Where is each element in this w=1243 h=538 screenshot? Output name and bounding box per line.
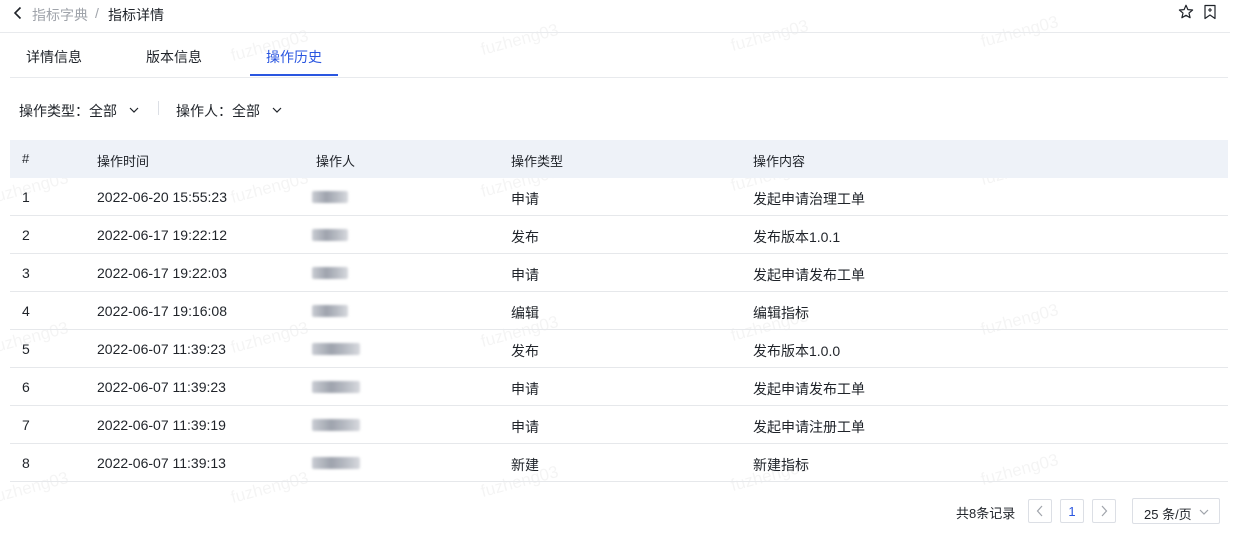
row-index: 2: [22, 227, 30, 243]
page-size-select[interactable]: 25 条/页: [1132, 498, 1220, 524]
page-number-button[interactable]: 1: [1060, 499, 1084, 523]
table-row: 8 2022-06-07 11:39:13 新建 新建指标: [10, 444, 1228, 482]
row-type: 申请: [511, 267, 539, 283]
table-row: 6 2022-06-07 11:39:23 申请 发起申请发布工单: [10, 368, 1228, 406]
row-time: 2022-06-20 15:55:23: [97, 189, 227, 205]
breadcrumb-current: 指标详情: [108, 7, 164, 23]
row-time: 2022-06-07 11:39:23: [97, 379, 226, 395]
row-type: 编辑: [511, 305, 539, 321]
row-index: 1: [22, 189, 30, 205]
chevron-down-icon: [1199, 509, 1209, 515]
operator-redacted: [312, 457, 360, 469]
table-row: 4 2022-06-17 19:16:08 编辑 编辑指标: [10, 292, 1228, 330]
filter-value: 全部: [232, 103, 260, 119]
star-icon[interactable]: [1178, 4, 1194, 20]
tab-active-indicator: [250, 74, 338, 76]
row-content: 发起申请发布工单: [753, 381, 865, 397]
operator-redacted: [312, 381, 360, 393]
row-index: 6: [22, 379, 30, 395]
page-size-value: 25 条/页: [1144, 507, 1192, 522]
chevron-right-icon: [1101, 505, 1108, 517]
column-header-content: 操作内容: [753, 154, 806, 169]
table-row: 5 2022-06-07 11:39:23 发布 发布版本1.0.0: [10, 330, 1228, 368]
row-time: 2022-06-17 19:22:12: [97, 227, 227, 243]
breadcrumb-separator: /: [95, 5, 99, 21]
operator-redacted: [312, 267, 348, 279]
row-time: 2022-06-17 19:16:08: [97, 303, 227, 319]
breadcrumb-root[interactable]: 指标字典: [32, 5, 88, 25]
operation-type-filter[interactable]: 操作类型：全部: [19, 101, 139, 121]
row-content: 发布版本1.0.0: [753, 343, 841, 359]
row-content: 编辑指标: [753, 305, 809, 321]
tab-history[interactable]: 操作历史: [266, 47, 322, 67]
chevron-left-icon[interactable]: [11, 5, 25, 21]
column-header-time: 操作时间: [97, 154, 150, 169]
row-type: 发布: [511, 229, 539, 245]
table-row: 2 2022-06-17 19:22:12 发布 发布版本1.0.1: [10, 216, 1228, 254]
operator-redacted: [312, 305, 348, 317]
row-content: 发起申请注册工单: [753, 419, 865, 435]
row-content: 新建指标: [753, 457, 809, 473]
row-time: 2022-06-17 19:22:03: [97, 265, 227, 281]
page-header: 指标字典 / 指标详情: [0, 0, 1230, 33]
chevron-down-icon: [129, 107, 139, 114]
chevron-down-icon: [272, 107, 282, 114]
filter-label: 操作类型：: [19, 103, 89, 119]
column-header-index: #: [22, 151, 30, 166]
row-type: 发布: [511, 343, 539, 359]
operator-redacted: [312, 343, 360, 355]
filter-divider: [158, 101, 159, 115]
column-header-type: 操作类型: [511, 154, 564, 169]
tab-details[interactable]: 详情信息: [26, 47, 82, 67]
table-header: # 操作时间 操作人 操作类型 操作内容: [10, 140, 1228, 178]
operator-redacted: [312, 191, 348, 203]
tab-versions[interactable]: 版本信息: [146, 47, 202, 67]
tab-bar: 详情信息 版本信息 操作历史: [10, 33, 1228, 78]
row-type: 新建: [511, 457, 539, 473]
table-row: 7 2022-06-07 11:39:19 申请 发起申请注册工单: [10, 406, 1228, 444]
table-row: 1 2022-06-20 15:55:23 申请 发起申请治理工单: [10, 178, 1228, 216]
pagination-total: 共8条记录: [956, 506, 1016, 521]
operator-filter[interactable]: 操作人：全部: [176, 101, 282, 121]
chevron-left-icon: [1036, 505, 1043, 517]
table-row: 3 2022-06-17 19:22:03 申请 发起申请发布工单: [10, 254, 1228, 292]
prev-page-button[interactable]: [1028, 499, 1052, 523]
row-index: 3: [22, 265, 30, 281]
filter-value: 全部: [89, 103, 117, 119]
next-page-button[interactable]: [1092, 499, 1116, 523]
column-header-operator: 操作人: [316, 154, 356, 169]
operator-redacted: [312, 419, 360, 431]
row-index: 5: [22, 341, 30, 357]
bookmark-icon[interactable]: [1203, 4, 1217, 20]
row-type: 申请: [511, 381, 539, 397]
history-table: # 操作时间 操作人 操作类型 操作内容 1 2022-06-20 15:55:…: [10, 140, 1228, 482]
filter-label: 操作人：: [176, 103, 232, 119]
row-time: 2022-06-07 11:39:13: [97, 455, 226, 471]
row-content: 发起申请治理工单: [753, 191, 865, 207]
row-time: 2022-06-07 11:39:19: [97, 417, 226, 433]
row-content: 发布版本1.0.1: [753, 229, 841, 245]
row-type: 申请: [511, 191, 539, 207]
row-index: 4: [22, 303, 30, 319]
operator-redacted: [312, 229, 348, 241]
row-content: 发起申请发布工单: [753, 267, 865, 283]
row-time: 2022-06-07 11:39:23: [97, 341, 226, 357]
row-type: 申请: [511, 419, 539, 435]
row-index: 8: [22, 455, 30, 471]
row-index: 7: [22, 417, 30, 433]
